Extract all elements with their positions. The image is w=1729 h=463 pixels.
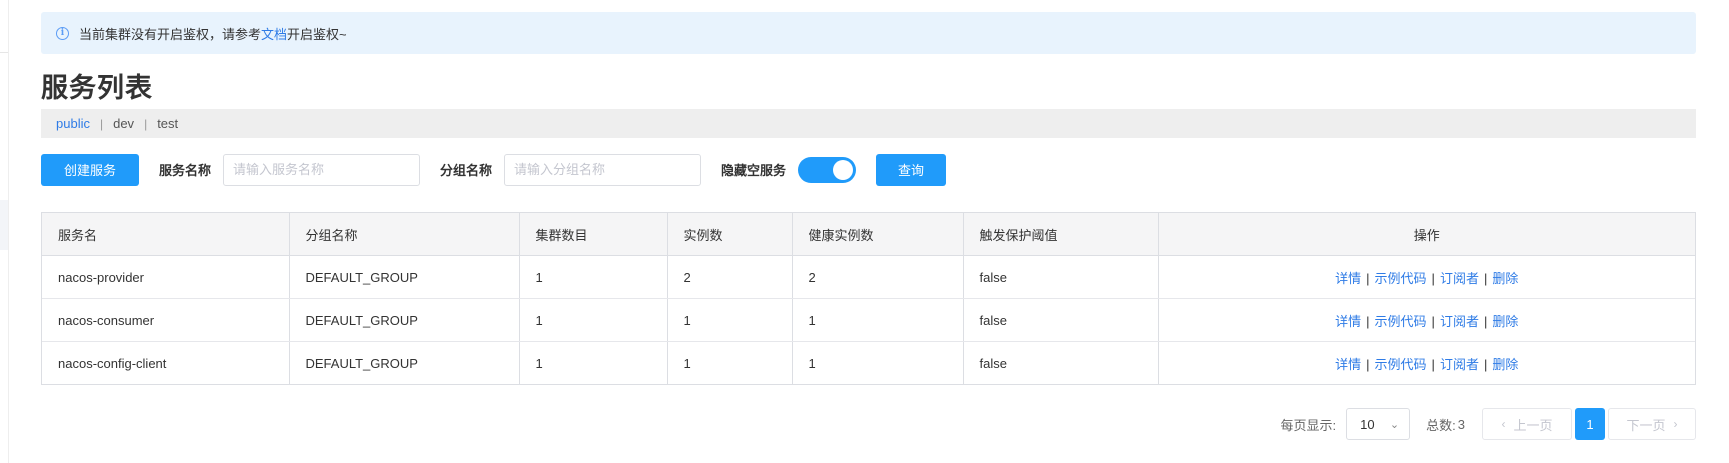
namespace-tabs: public | dev | test	[41, 109, 1696, 138]
alert-suffix: 开启鉴权~	[287, 26, 347, 42]
table-header-row: 服务名 分组名称 集群数目 实例数 健康实例数 触发保护阈值 操作	[42, 213, 1695, 256]
header-operations: 操作	[1158, 213, 1695, 256]
delete-link[interactable]: 删除	[1492, 314, 1518, 329]
cell-cluster-count: 1	[519, 255, 668, 299]
sample-code-link[interactable]: 示例代码	[1375, 314, 1427, 329]
table-row: nacos-provider DEFAULT_GROUP 1 2 2 false…	[42, 255, 1695, 299]
delete-link[interactable]: 删除	[1492, 357, 1518, 372]
op-separator: |	[1431, 356, 1435, 372]
cell-healthy-count: 1	[792, 298, 964, 342]
create-service-button[interactable]: 创建服务	[41, 153, 139, 186]
header-protect-threshold: 触发保护阈值	[963, 213, 1159, 256]
detail-link[interactable]: 详情	[1335, 314, 1361, 329]
chevron-down-icon: ⌄	[1389, 418, 1400, 431]
hide-empty-label: 隐藏空服务	[721, 163, 787, 178]
chevron-left-icon: ‹	[1501, 417, 1506, 431]
alert-prefix: 当前集群没有开启鉴权，请参考	[79, 26, 262, 42]
header-healthy-count: 健康实例数	[792, 213, 964, 256]
next-page-button[interactable]: 下一页 ›	[1608, 408, 1696, 440]
table-row: nacos-consumer DEFAULT_GROUP 1 1 1 false…	[42, 298, 1695, 342]
pagination: 每页显示: 10 ⌄ 总数: 3 ‹ 上一页 1 下一页 ›	[1281, 408, 1696, 440]
alert-message: 当前集群没有开启鉴权，请参考文档开启鉴权~	[79, 24, 347, 43]
op-separator: |	[1483, 356, 1488, 372]
op-separator: |	[1431, 313, 1435, 329]
query-button[interactable]: 查询	[876, 153, 947, 186]
detail-link[interactable]: 详情	[1335, 357, 1361, 372]
table-row: nacos-config-client DEFAULT_GROUP 1 1 1 …	[42, 341, 1695, 385]
header-service-name: 服务名	[42, 213, 290, 256]
hide-empty-toggle[interactable]	[798, 156, 857, 183]
header-cluster-count: 集群数目	[519, 213, 668, 256]
cell-instance-count: 1	[667, 341, 793, 384]
page-size-value: 10	[1360, 416, 1375, 432]
cell-group-name: DEFAULT_GROUP	[289, 341, 520, 384]
subscribers-link[interactable]: 订阅者	[1440, 271, 1479, 286]
docs-link[interactable]: 文档	[261, 27, 287, 42]
search-toolbar: 创建服务 服务名称 分组名称 隐藏空服务 查询	[41, 153, 1696, 186]
op-separator: |	[1483, 270, 1488, 286]
total-label: 总数:	[1426, 417, 1456, 433]
sample-code-link[interactable]: 示例代码	[1375, 271, 1427, 286]
sample-code-link[interactable]: 示例代码	[1375, 357, 1427, 372]
group-name-label: 分组名称	[440, 163, 493, 178]
namespace-public[interactable]: public	[56, 116, 90, 131]
namespace-test[interactable]: test	[157, 116, 178, 131]
namespace-separator: |	[99, 116, 104, 131]
page-size-label: 每页显示:	[1280, 417, 1337, 433]
cell-healthy-count: 2	[792, 255, 964, 299]
left-sidebar-edge	[0, 0, 9, 463]
service-name-input[interactable]	[223, 153, 421, 186]
sidebar-active-item	[0, 200, 8, 250]
page-title: 服务列表	[41, 73, 153, 103]
page-number-current[interactable]: 1	[1575, 408, 1605, 440]
op-separator: |	[1431, 270, 1435, 286]
op-separator: |	[1366, 270, 1370, 286]
subscribers-link[interactable]: 订阅者	[1440, 314, 1479, 329]
cell-service-name: nacos-config-client	[42, 341, 290, 384]
chevron-right-icon: ›	[1673, 417, 1678, 431]
next-page-label: 下一页	[1626, 417, 1666, 433]
cell-service-name: nacos-provider	[42, 255, 290, 299]
cell-instance-count: 2	[667, 255, 793, 299]
cell-operations: 详情 | 示例代码 | 订阅者 | 删除	[1158, 298, 1695, 342]
op-separator: |	[1366, 313, 1370, 329]
service-name-label: 服务名称	[159, 163, 212, 178]
namespace-separator: |	[144, 116, 148, 131]
auth-alert: i 当前集群没有开启鉴权，请参考文档开启鉴权~	[41, 12, 1696, 54]
cell-instance-count: 1	[667, 298, 793, 342]
toggle-knob	[833, 159, 854, 180]
cell-protect-threshold: false	[963, 255, 1159, 299]
detail-link[interactable]: 详情	[1335, 271, 1361, 286]
info-icon: i	[56, 26, 69, 40]
header-group-name: 分组名称	[289, 213, 520, 256]
cell-protect-threshold: false	[963, 341, 1159, 384]
prev-page-button[interactable]: ‹ 上一页	[1482, 408, 1572, 440]
op-separator: |	[1483, 313, 1488, 329]
page-size-select[interactable]: 10 ⌄	[1346, 408, 1411, 440]
cell-operations: 详情 | 示例代码 | 订阅者 | 删除	[1158, 342, 1695, 385]
cell-operations: 详情 | 示例代码 | 订阅者 | 删除	[1158, 255, 1695, 299]
cell-group-name: DEFAULT_GROUP	[289, 255, 520, 299]
cell-service-name: nacos-consumer	[42, 298, 290, 342]
service-table: 服务名 分组名称 集群数目 实例数 健康实例数 触发保护阈值 操作 nacos-…	[41, 212, 1696, 385]
total-count: 3	[1457, 416, 1465, 432]
sidebar-divider	[0, 52, 8, 53]
cell-cluster-count: 1	[519, 298, 668, 342]
cell-healthy-count: 1	[792, 341, 964, 384]
cell-protect-threshold: false	[963, 298, 1159, 342]
header-instance-count: 实例数	[667, 213, 793, 256]
prev-page-label: 上一页	[1513, 417, 1553, 433]
op-separator: |	[1366, 356, 1370, 372]
delete-link[interactable]: 删除	[1492, 271, 1518, 286]
group-name-input[interactable]	[504, 153, 702, 186]
cell-group-name: DEFAULT_GROUP	[289, 298, 520, 342]
namespace-dev[interactable]: dev	[113, 116, 134, 131]
subscribers-link[interactable]: 订阅者	[1440, 357, 1479, 372]
cell-cluster-count: 1	[519, 341, 668, 384]
